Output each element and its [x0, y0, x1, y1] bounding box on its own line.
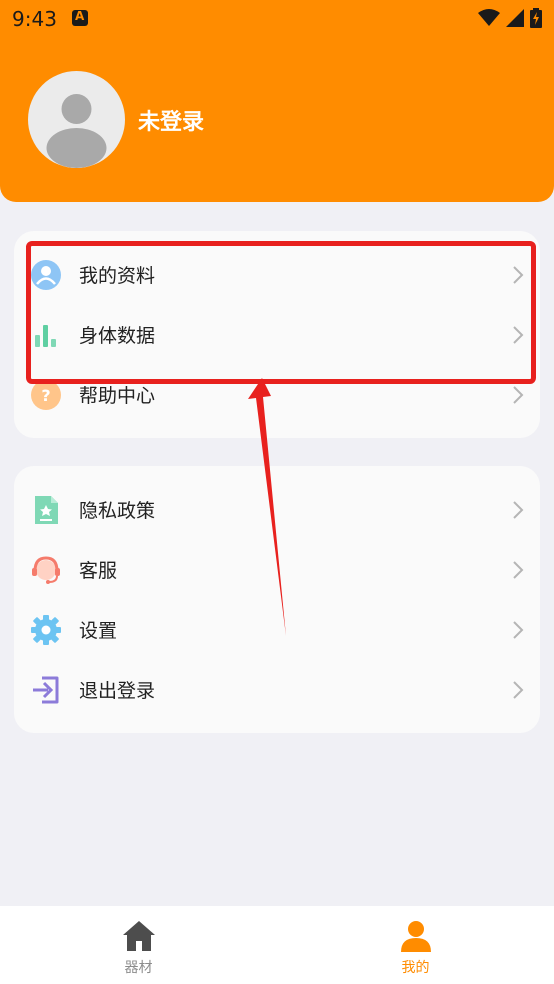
menu-item-privacy-policy[interactable]: 隐私政策: [14, 480, 540, 540]
user-profile-icon: [31, 260, 61, 290]
logout-icon: [33, 676, 59, 704]
tab-mine[interactable]: 我的: [277, 906, 554, 984]
menu-label: 退出登录: [79, 680, 156, 702]
login-status-label[interactable]: 未登录: [138, 104, 204, 136]
status-indicators: [478, 8, 542, 28]
chevron-right-icon: [513, 501, 524, 519]
default-avatar-icon: [46, 94, 107, 168]
settings-gear-icon: [31, 615, 61, 645]
tab-label: 器材: [124, 960, 153, 976]
menu-label: 帮助中心: [79, 385, 156, 407]
tab-label: 我的: [401, 960, 430, 976]
menu-label: 隐私政策: [79, 500, 156, 522]
bar-chart-icon: [35, 325, 56, 347]
signal-icon: [506, 9, 524, 27]
menu-item-settings[interactable]: 设置: [14, 600, 540, 660]
chevron-right-icon: [513, 386, 524, 404]
menu-item-my-profile[interactable]: 我的资料: [14, 245, 540, 305]
tab-equipment[interactable]: 器材: [0, 906, 277, 984]
avatar[interactable]: [28, 71, 125, 168]
privacy-policy-document-icon: [35, 496, 58, 524]
menu-card-secondary: 隐私政策 客服 设置 退出登录: [14, 466, 540, 733]
help-question-icon: ?: [31, 380, 61, 410]
svg-text:?: ?: [41, 386, 50, 405]
menu-label: 客服: [79, 560, 118, 582]
chevron-right-icon: [513, 621, 524, 639]
battery-charging-icon: [530, 8, 542, 28]
notification-icon: [72, 9, 88, 26]
chevron-right-icon: [513, 561, 524, 579]
menu-label: 设置: [79, 620, 118, 642]
menu-card-primary: 我的资料 身体数据 ? 帮助中心: [14, 231, 540, 438]
chevron-right-icon: [513, 681, 524, 699]
status-bar: 9:43: [0, 0, 554, 40]
menu-item-customer-service[interactable]: 客服: [14, 540, 540, 600]
person-icon: [401, 921, 431, 952]
menu-label: 身体数据: [79, 325, 156, 347]
chevron-right-icon: [513, 326, 524, 344]
chevron-right-icon: [513, 266, 524, 284]
menu-item-logout[interactable]: 退出登录: [14, 660, 540, 720]
bottom-tab-bar: 器材 我的: [0, 906, 554, 984]
menu-item-body-data[interactable]: 身体数据: [14, 305, 540, 365]
home-icon: [123, 921, 155, 951]
customer-service-headset-icon: [32, 556, 60, 584]
menu-label: 我的资料: [79, 265, 156, 287]
status-time: 9:43: [12, 7, 57, 31]
wifi-icon: [478, 9, 500, 26]
menu-item-help-center[interactable]: ? 帮助中心: [14, 365, 540, 425]
